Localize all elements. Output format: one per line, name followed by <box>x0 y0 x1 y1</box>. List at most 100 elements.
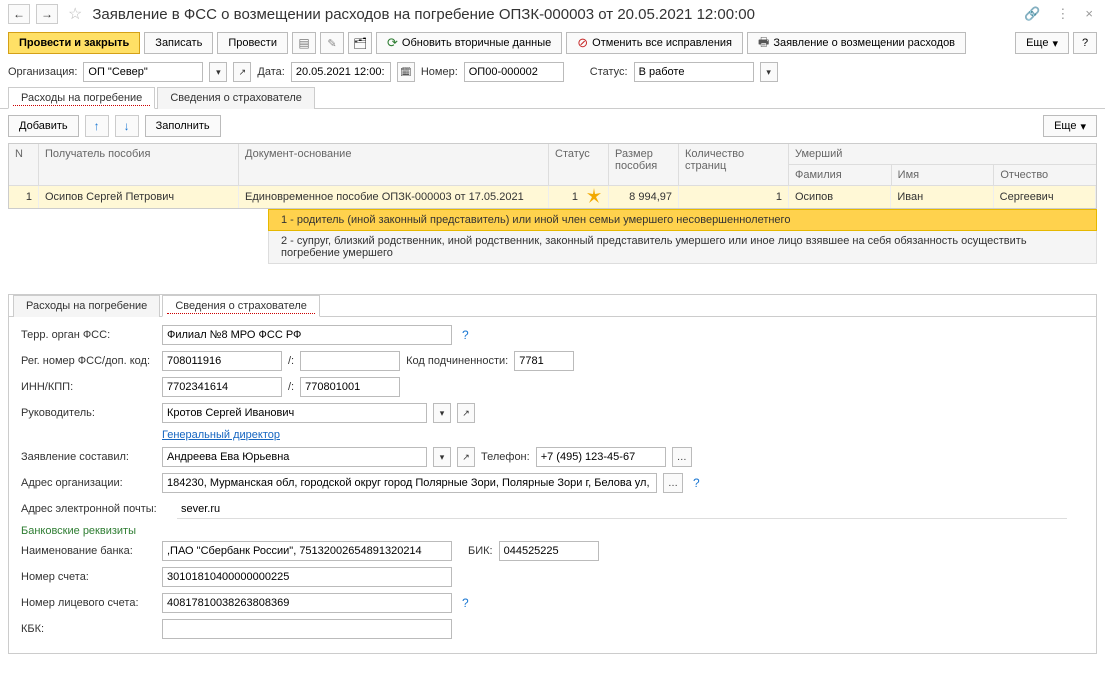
star-icon[interactable]: ☆ <box>68 4 82 24</box>
addr-input[interactable] <box>162 473 657 493</box>
reg-input[interactable] <box>162 351 282 371</box>
org-label: Организация: <box>8 66 77 78</box>
th-deceased: Умерший <box>789 144 1096 165</box>
fill-button[interactable]: Заполнить <box>145 115 221 137</box>
table-row[interactable]: 1 Осипов Сергей Петрович Единовременное … <box>9 186 1096 208</box>
addr-help-icon[interactable]: ? <box>693 476 700 490</box>
dropdown-option-1[interactable]: 1 - родитель (иной законный представител… <box>268 209 1097 231</box>
attach-icon: ✎ <box>327 37 336 50</box>
page-title: Заявление в ФСС о возмещении расходов на… <box>92 6 1014 23</box>
phone-input[interactable] <box>536 447 666 467</box>
head-input[interactable] <box>162 403 427 423</box>
tab-insurer[interactable]: Сведения о страхователе <box>157 87 315 109</box>
print-claim-button[interactable]: 🖶 Заявление о возмещении расходов <box>747 32 966 54</box>
move-down-button[interactable]: ↓ <box>115 115 139 137</box>
phone-label: Телефон: <box>481 451 530 463</box>
head-open-btn[interactable]: ↗ <box>457 403 475 423</box>
author-dropdown-btn[interactable]: ▾ <box>433 447 451 467</box>
move-up-button[interactable]: ↑ <box>85 115 109 137</box>
tab-expenses[interactable]: Расходы на погребение <box>8 87 155 109</box>
add-button[interactable]: Добавить <box>8 115 79 137</box>
kbk-input[interactable] <box>162 619 452 639</box>
sheet-icon: ▤ <box>298 36 309 50</box>
date-input[interactable] <box>291 62 391 82</box>
date-picker-btn[interactable]: 🗓 <box>397 62 415 82</box>
terr-label: Терр. орган ФСС: <box>21 329 156 341</box>
author-open-btn[interactable]: ↗ <box>457 447 475 467</box>
folder-icon: 🗂 <box>353 37 367 50</box>
addr-more-btn[interactable]: … <box>663 473 683 493</box>
post-close-button[interactable]: Провести и закрыть <box>8 32 140 54</box>
org-open-btn[interactable]: ↗ <box>233 62 251 82</box>
post-button[interactable]: Провести <box>217 32 288 54</box>
th-surname: Фамилия <box>789 165 892 186</box>
td-status[interactable]: 1 <box>549 186 609 208</box>
link-icon[interactable]: 🔗 <box>1020 4 1044 24</box>
slash-2: /: <box>288 381 294 393</box>
addr-label: Адрес организации: <box>21 477 156 489</box>
print-claim-label: Заявление о возмещении расходов <box>773 37 955 49</box>
printer-icon: 🖶 <box>758 33 769 54</box>
head-position-link[interactable]: Генеральный директор <box>162 429 280 441</box>
author-input[interactable] <box>162 447 427 467</box>
acc-label: Номер счета: <box>21 571 156 583</box>
th-recipient: Получатель пособия <box>39 144 239 186</box>
email-input[interactable] <box>177 499 1067 519</box>
status-input[interactable] <box>634 62 754 82</box>
reg-extra-input[interactable] <box>300 351 400 371</box>
pacc-label: Номер лицевого счета: <box>21 597 156 609</box>
num-input[interactable] <box>464 62 564 82</box>
td-amount: 8 994,97 <box>609 186 679 208</box>
inn-input[interactable] <box>162 377 282 397</box>
more-button[interactable]: Еще ▾ <box>1015 32 1069 54</box>
bank-section-label: Банковские реквизиты <box>21 525 1084 537</box>
terr-help-icon[interactable]: ? <box>462 328 469 342</box>
doc-icon-button[interactable]: ▤ <box>292 32 316 54</box>
email-label: Адрес электронной почты: <box>21 503 171 515</box>
status-value: 1 <box>572 191 578 203</box>
sub-input[interactable] <box>514 351 574 371</box>
terr-input[interactable] <box>162 325 452 345</box>
reg-label: Рег. номер ФСС/доп. код: <box>21 355 156 367</box>
tab2-insurer[interactable]: Сведения о страхователе <box>162 295 320 317</box>
cancel-icon: ⊘ <box>577 35 588 51</box>
td-n: 1 <box>9 186 39 208</box>
help-button[interactable]: ? <box>1073 32 1097 54</box>
bank-input[interactable] <box>162 541 452 561</box>
dropdown-option-2[interactable]: 2 - супруг, близкий родственник, иной ро… <box>268 231 1097 264</box>
nav-back-button[interactable]: ← <box>8 4 30 24</box>
phone-more-btn[interactable]: … <box>672 447 692 467</box>
org-input[interactable] <box>83 62 203 82</box>
attach-button[interactable]: ✎ <box>320 32 344 54</box>
head-label: Руководитель: <box>21 407 156 419</box>
folder-button[interactable]: 🗂 <box>348 32 372 54</box>
td-surname: Осипов <box>789 186 891 208</box>
cursor-star-icon <box>586 188 602 207</box>
kpp-input[interactable] <box>300 377 400 397</box>
pacc-help-icon[interactable]: ? <box>462 596 469 610</box>
cancel-fixes-button[interactable]: ⊘ Отменить все исправления <box>566 32 743 54</box>
close-icon[interactable]: × <box>1081 4 1097 24</box>
slash-1: /: <box>288 355 294 367</box>
sub-more-button[interactable]: Еще ▾ <box>1043 115 1097 137</box>
date-label: Дата: <box>257 66 284 78</box>
sub-label: Код подчиненности: <box>406 355 508 367</box>
more-vert-icon[interactable]: ⋮ <box>1052 4 1073 24</box>
tab2-expenses[interactable]: Расходы на погребение <box>13 295 160 317</box>
num-label: Номер: <box>421 66 458 78</box>
th-status: Статус <box>549 144 609 186</box>
td-recipient: Осипов Сергей Петрович <box>39 186 239 208</box>
bik-label: БИК: <box>468 545 493 557</box>
cancel-fixes-label: Отменить все исправления <box>592 37 732 49</box>
pacc-input[interactable] <box>162 593 452 613</box>
status-label: Статус: <box>590 66 628 78</box>
save-button[interactable]: Записать <box>144 32 213 54</box>
org-dropdown-btn[interactable]: ▾ <box>209 62 227 82</box>
td-pages: 1 <box>679 186 789 208</box>
refresh-button[interactable]: ⟳ Обновить вторичные данные <box>376 32 562 54</box>
acc-input[interactable] <box>162 567 452 587</box>
bik-input[interactable] <box>499 541 599 561</box>
nav-forward-button[interactable]: → <box>36 4 58 24</box>
status-dropdown-btn[interactable]: ▾ <box>760 62 778 82</box>
head-dropdown-btn[interactable]: ▾ <box>433 403 451 423</box>
